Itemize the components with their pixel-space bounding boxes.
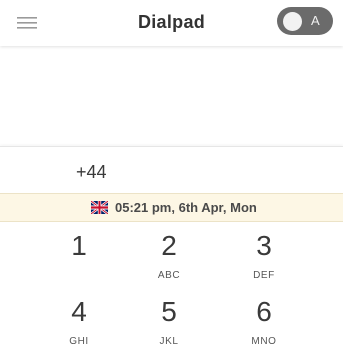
toggle-knob [283,12,302,31]
key-3[interactable]: 3 DEF [229,231,299,289]
key-digit: 4 [71,296,87,327]
app-header: Dialpad A [0,0,343,46]
key-letters: DEF [253,270,275,281]
key-1[interactable]: 1 [44,231,114,289]
key-digit: 2 [161,230,177,261]
key-letters: ABC [157,270,181,281]
key-letters: MNO [251,336,277,347]
key-digit: 3 [256,230,272,261]
key-4[interactable]: 4 GHI [44,297,114,355]
key-digit: 5 [161,296,177,327]
key-letters: JKL [159,336,179,347]
toggle-label: A [311,13,320,28]
local-time-bar: 05:21 pm, 6th Apr, Mon [0,193,343,222]
number-input-row[interactable]: +44 [0,146,343,193]
key-digit: 1 [71,230,87,261]
key-letters: GHI [69,336,89,347]
dialed-number[interactable]: +44 [76,162,107,183]
uk-flag-icon [91,201,108,214]
key-2[interactable]: 2 ABC [134,231,204,289]
key-digit: 6 [256,296,272,327]
key-5[interactable]: 5 JKL [134,297,204,355]
content-area [0,46,343,146]
key-6[interactable]: 6 MNO [229,297,299,355]
local-time-text: 05:21 pm, 6th Apr, Mon [115,200,257,215]
mode-toggle[interactable]: A [277,7,333,35]
